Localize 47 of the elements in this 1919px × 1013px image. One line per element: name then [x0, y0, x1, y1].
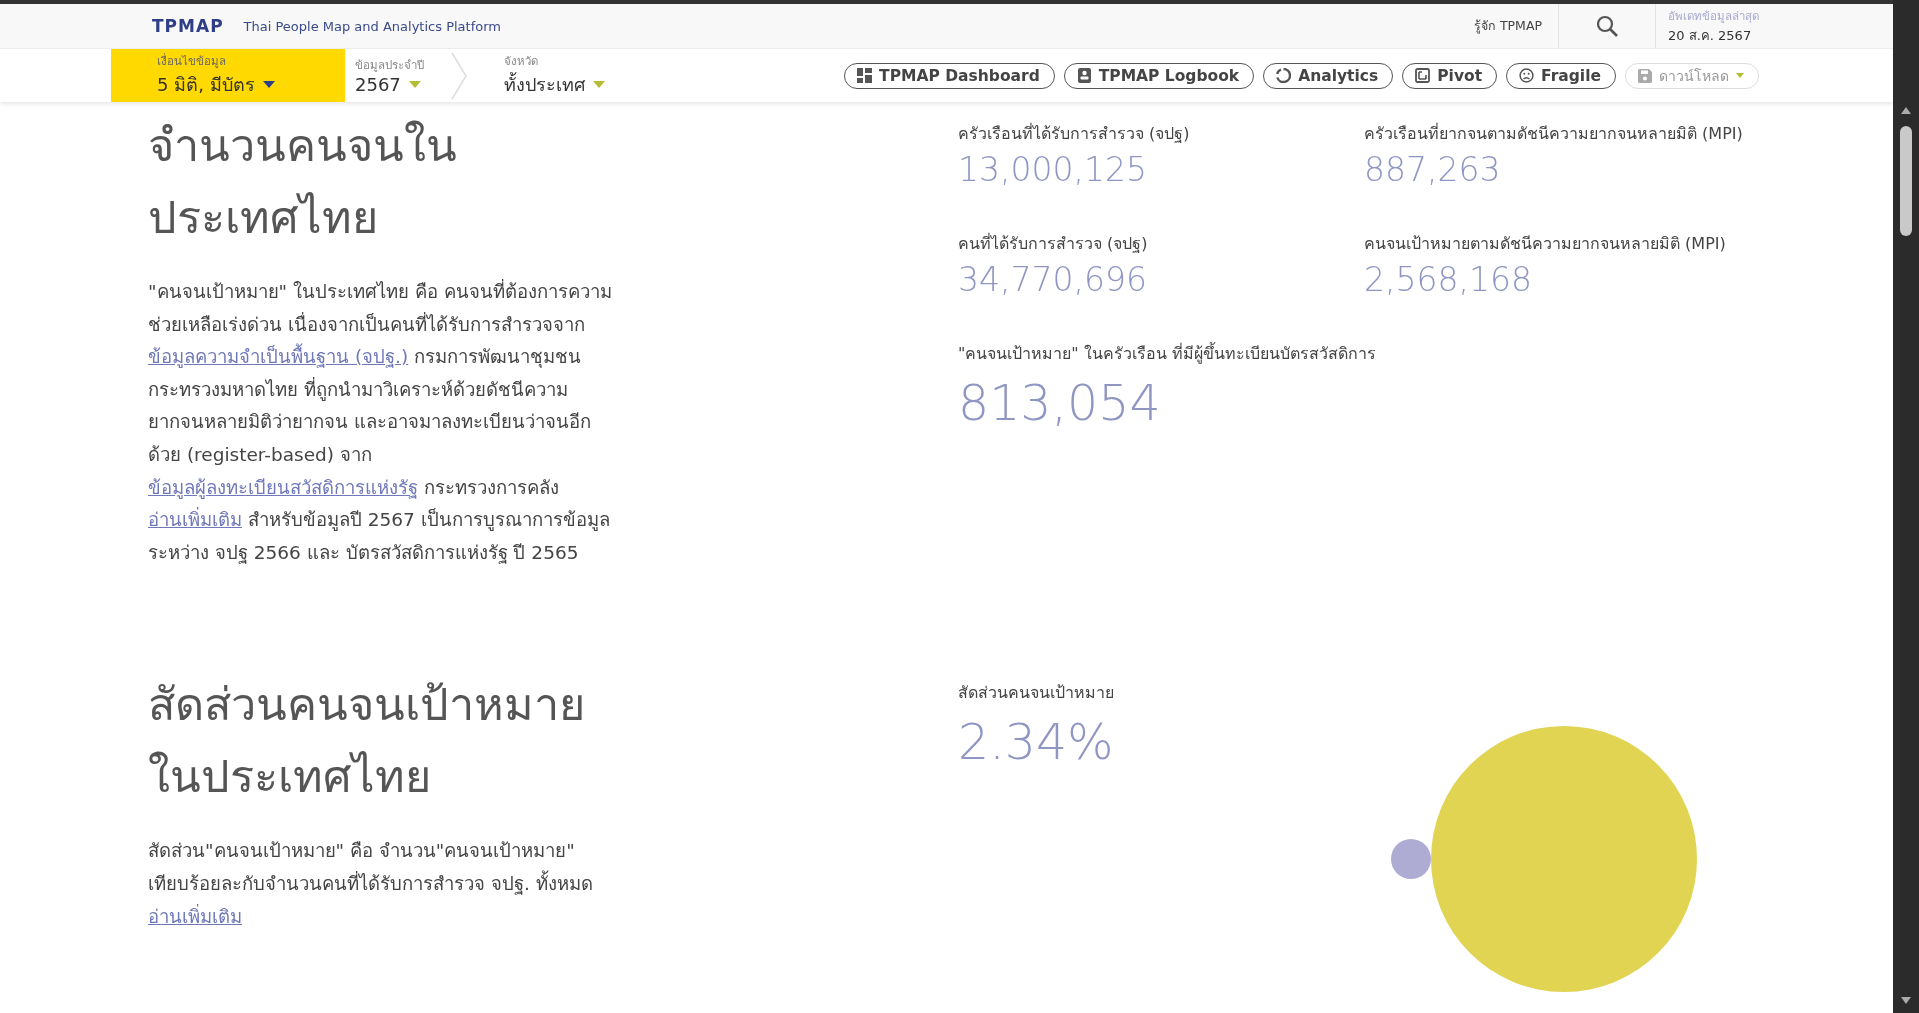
section-heading: สัดส่วนคนจนเป้าหมายในประเทศไทย [148, 677, 586, 806]
grid-icon [857, 68, 873, 83]
filter-dropdown[interactable]: 2567 [355, 74, 424, 95]
caret-icon [262, 81, 275, 88]
ring-icon [1276, 68, 1292, 83]
stat-label: คนที่ได้รับการสำรวจ (จปฐ) [958, 232, 1149, 255]
description-text: สัดส่วน"คนจนเป้าหมาย" คือ จำนวน"คนจนเป้าหมาย" เทียบร้อยละกับจำนวนคนที่ได้รับการสำรวจ จปฐ. ทั้งหมด อ่านเพิ่มเติม [148, 839, 594, 929]
scrollbar-thumb[interactable] [1900, 126, 1912, 236]
sad-face-icon [1519, 68, 1535, 83]
read-more-link[interactable]: อ่านเพิ่มเติม [148, 905, 242, 927]
toolbar-button[interactable]: Fragile [1506, 62, 1616, 89]
stat-value: 2.34% [958, 713, 1115, 774]
chevron-right-icon [450, 50, 468, 101]
filter-label: จังหวัด [504, 53, 539, 70]
caret-icon [1736, 73, 1744, 78]
toolbar-button[interactable]: TPMAP Logbook [1063, 62, 1255, 89]
filter-dropdown[interactable]: ทั้งประเทศ [504, 70, 605, 99]
filter-label: ข้อมูลประจำปี [355, 57, 424, 74]
read-more-link[interactable]: อ่านเพิ่มเติม [148, 509, 242, 531]
about-link[interactable]: รู้จัก TPMAP [1473, 16, 1542, 36]
site-subtitle: Thai People Map and Analytics Platform [243, 18, 501, 34]
search-icon[interactable] [1596, 15, 1618, 37]
stat-label: ครัวเรือนที่ยากจนตามดัชนีความยากจนหลายมิติ (MPI) [1364, 122, 1744, 145]
toolbar-button[interactable]: Pivot [1402, 62, 1498, 89]
section-heading: จำนวนคนจนในประเทศไทย [148, 118, 458, 246]
stat-value: 13,000,125 [958, 149, 1148, 191]
update-date: 20 ส.ค. 2567 [1668, 26, 1753, 45]
update-label: อัพเดทข้อมูลล่าสุด [1668, 7, 1759, 25]
stat-value: 34,770,696 [958, 259, 1148, 301]
caret-icon [408, 81, 421, 88]
stat-label: "คนจนเป้าหมาย" ในครัวเรือน ที่มีผู้ขึ้นทะเบียนบัตรสวัสดิการ [958, 341, 1377, 366]
caret-icon [593, 81, 605, 88]
pivot-icon [1415, 68, 1431, 83]
stat-label: คนจนเป้าหมายตามดัชนีความยากจนหลายมิติ (MPI) [1364, 233, 1727, 255]
toolbar-button[interactable]: Analytics [1263, 62, 1394, 89]
stat-value: 2,568,168 [1364, 259, 1533, 301]
description-text: "คนจนเป้าหมาย" ในประเทศไทย คือ คนจนที่ต้องการความช่วยเหลือเร่งด่วน เนื่องจากเป็นคนที่ได้รับการสำรวจจาก ข้อมูลความจำเป็นพื้นฐาน (จปฐ.) กรมการพัฒนาชุมชน กระทรวงมหาดไทย ที่ถูกนำมาวิเคราะห์ด้วยดัชนีความยากจนหลายมิติว่ายากจน และอาจมาลงทะเบียนว่าจนอีกด้วย (register-based) จาก ข้อมูลผู้ลงทะเบียนสวัสดิการแห่งรัฐ กระทรวงการคลัง อ่านเพิ่มเติม สำหรับข้อมูลปี 2567 เป็นการบูรณาการข้อมูลระหว่าง จปฐ 2566 และ บัตรสวัสดิการแห่งรัฐ ปี 2565 [148, 278, 613, 566]
logo[interactable]: TPMAP [152, 16, 224, 36]
read-more-link[interactable]: ข้อมูลผู้ลงทะเบียนสวัสดิการแห่งรัฐ [148, 476, 418, 498]
stat-value: 813,054 [958, 374, 1162, 434]
filter-label: เงื่อนไขข้อมูล [157, 52, 227, 70]
filter-dropdown[interactable]: 5 มิติ, มีบัตร [157, 70, 321, 99]
toolbar-button[interactable]: TPMAP Dashboard [844, 62, 1055, 89]
stat-label: สัดส่วนคนจนเป้าหมาย [958, 682, 1115, 705]
stat-value: 887,263 [1364, 149, 1502, 191]
stat-label: ครัวเรือนที่ได้รับการสำรวจ (จปฐ) [958, 122, 1191, 145]
id-card-icon [1076, 68, 1092, 83]
